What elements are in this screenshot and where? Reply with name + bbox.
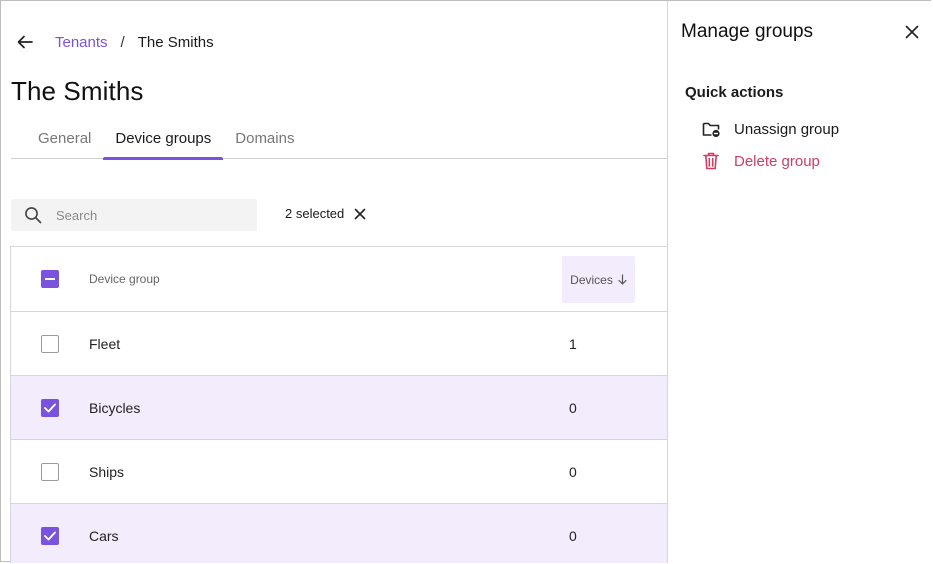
device-count: 0	[569, 399, 577, 416]
row-checkbox[interactable]	[41, 526, 59, 545]
device-group-name: Fleet	[89, 335, 121, 352]
selection-count: 2 selected	[285, 206, 345, 221]
table-row[interactable]: Bicycles 0	[11, 375, 667, 439]
search-box[interactable]	[11, 199, 257, 231]
device-count: 0	[569, 463, 577, 480]
column-header-device-group[interactable]: Device group	[89, 272, 160, 286]
device-count: 1	[569, 335, 577, 352]
tab-general[interactable]: General	[26, 127, 103, 159]
table-row[interactable]: Fleet 1	[11, 311, 667, 375]
main-content: Tenants / The Smiths The Smiths General …	[1, 1, 667, 563]
tab-device-groups[interactable]: Device groups	[103, 127, 224, 160]
breadcrumb-current: The Smiths	[137, 33, 214, 51]
breadcrumb: Tenants / The Smiths	[17, 32, 214, 52]
device-group-name: Cars	[89, 527, 119, 544]
window-frame: Tenants / The Smiths The Smiths General …	[0, 0, 932, 563]
delete-group-action[interactable]: Delete group	[701, 151, 820, 171]
quick-actions-heading: Quick actions	[685, 84, 784, 101]
table-row[interactable]: Cars 0	[11, 503, 667, 563]
unassign-group-action[interactable]: Unassign group	[701, 119, 839, 139]
search-icon	[24, 205, 44, 225]
device-groups-table: Device group Devices Fleet 1 Bicycles 0 …	[10, 246, 667, 563]
column-header-devices[interactable]: Devices	[562, 256, 635, 303]
clear-selection-icon[interactable]	[354, 207, 368, 221]
breadcrumb-separator: /	[120, 33, 125, 51]
device-group-name: Bicycles	[89, 399, 141, 416]
row-checkbox[interactable]	[41, 398, 59, 417]
row-checkbox[interactable]	[41, 334, 59, 353]
select-all-checkbox[interactable]	[41, 270, 59, 288]
folder-minus-icon	[701, 119, 721, 139]
column-header-devices-label: Devices	[570, 272, 613, 287]
device-group-name: Ships	[89, 463, 125, 480]
unassign-group-label: Unassign group	[734, 120, 840, 138]
table-row[interactable]: Ships 0	[11, 439, 667, 503]
row-checkbox[interactable]	[41, 462, 59, 481]
tab-bar: General Device groups Domains	[11, 127, 667, 160]
delete-group-label: Delete group	[734, 152, 820, 170]
breadcrumb-tenants-link[interactable]: Tenants	[55, 34, 108, 51]
panel-title: Manage groups	[681, 21, 814, 42]
device-count: 0	[569, 527, 577, 544]
trash-icon	[701, 151, 721, 171]
table-header-row: Device group Devices	[11, 246, 667, 311]
manage-groups-panel: Manage groups Quick actions Unassign gro…	[667, 1, 932, 563]
sort-descending-icon	[618, 274, 627, 285]
selection-indicator: 2 selected	[285, 206, 368, 221]
search-input[interactable]	[56, 207, 236, 223]
page-title: The Smiths	[11, 76, 144, 106]
back-arrow-icon[interactable]	[17, 32, 39, 52]
tab-domains[interactable]: Domains	[223, 127, 306, 159]
close-icon[interactable]	[903, 23, 921, 41]
